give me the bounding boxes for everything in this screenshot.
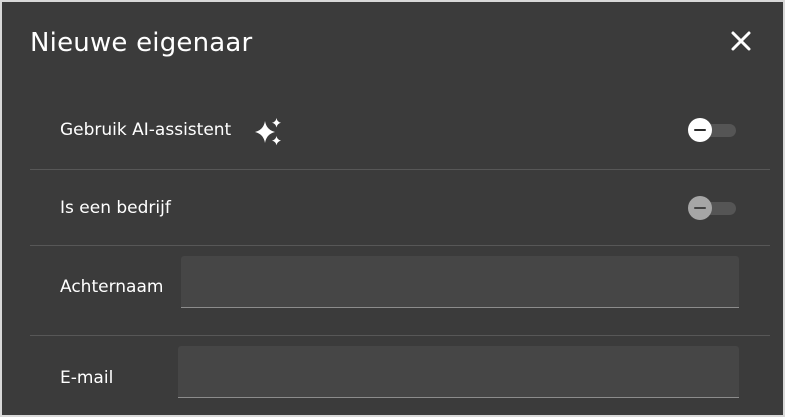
ai-assistant-toggle-knob — [688, 118, 712, 142]
is-company-toggle-knob — [688, 196, 712, 220]
email-row: E-mail — [30, 336, 770, 415]
new-owner-dialog: Nieuwe eigenaar Gebruik AI-assistent Is … — [2, 2, 783, 415]
close-icon — [731, 31, 751, 51]
sparkles-icon — [255, 118, 281, 146]
last-name-label: Achternaam — [60, 277, 164, 297]
last-name-row: Achternaam — [30, 246, 770, 336]
dialog-title: Nieuwe eigenaar — [30, 28, 253, 58]
minus-icon — [694, 129, 706, 131]
minus-icon — [694, 207, 706, 209]
is-company-label: Is een bedrijf — [60, 198, 171, 218]
email-label: E-mail — [60, 368, 114, 388]
ai-assistant-row: Gebruik AI-assistent — [30, 92, 770, 170]
is-company-toggle[interactable] — [688, 195, 736, 221]
ai-assistant-label: Gebruik AI-assistent — [60, 120, 232, 140]
last-name-field[interactable] — [181, 256, 739, 308]
is-company-row: Is een bedrijf — [30, 170, 770, 246]
close-button[interactable] — [729, 29, 753, 53]
email-field[interactable] — [178, 346, 739, 398]
ai-assistant-toggle[interactable] — [688, 117, 736, 143]
